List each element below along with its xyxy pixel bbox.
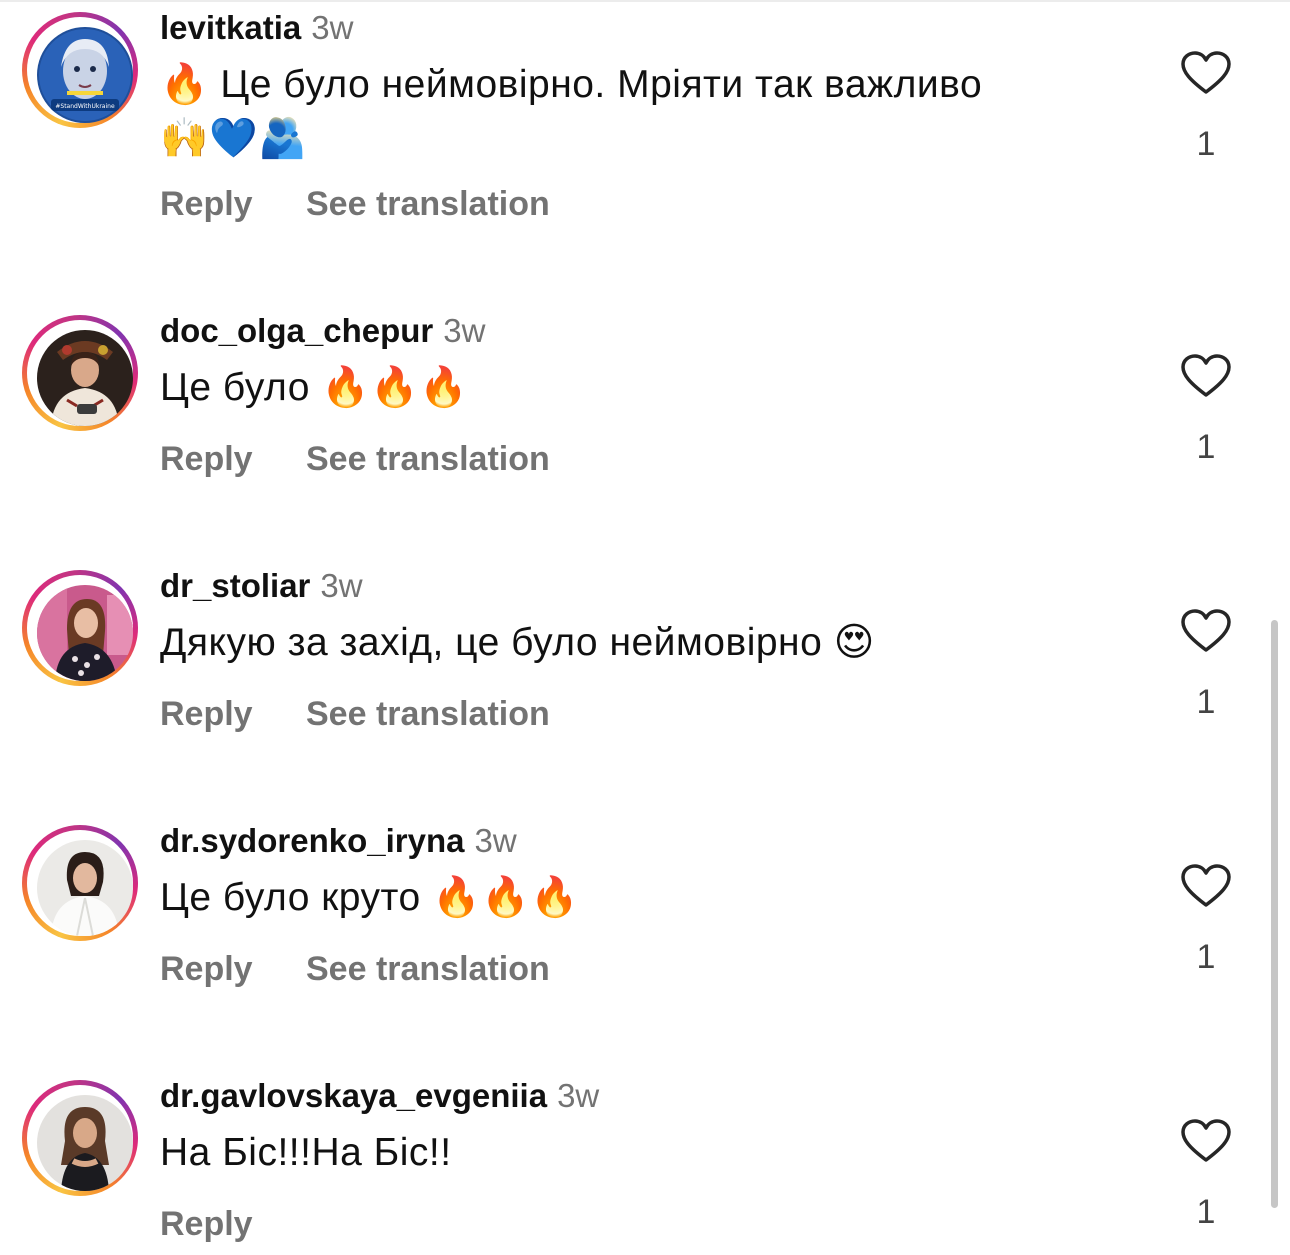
- comment-time: 3w: [320, 567, 363, 604]
- comment-username[interactable]: dr.gavlovskaya_evgeniia: [160, 1077, 547, 1114]
- comment-actions: Reply See translation: [160, 694, 550, 734]
- avatar-story-ring[interactable]: [22, 315, 138, 431]
- comment-text: 🔥 Це було неймовірно. Мріяти так важливо…: [160, 58, 1120, 166]
- like-count: 1: [1196, 428, 1216, 466]
- comment-text: На Біс!!!На Біс!!: [160, 1126, 1120, 1180]
- comment-text-line: 🙌💙🫂: [160, 117, 308, 160]
- comment-username[interactable]: doc_olga_chepur: [160, 312, 433, 349]
- comment-header: levitkatia 3w: [160, 8, 353, 48]
- comment-actions: Reply: [160, 1204, 306, 1244]
- comment-actions: Reply See translation: [160, 184, 550, 224]
- avatar-story-ring[interactable]: [22, 570, 138, 686]
- like-count: 1: [1196, 125, 1216, 163]
- like-count: 1: [1196, 683, 1216, 721]
- see-translation-button[interactable]: See translation: [306, 950, 550, 988]
- avatar[interactable]: #StandWithUkraine: [37, 27, 133, 123]
- comment-time: 3w: [443, 312, 486, 349]
- comment-text: Дякую за захід, це було неймовірно 😍: [160, 616, 1120, 670]
- comment-time: 3w: [474, 822, 517, 859]
- heart-icon[interactable]: [1180, 353, 1232, 399]
- comment-text: Це було 🔥🔥🔥: [160, 361, 1120, 415]
- comment-text-line: 🔥 Це було неймовірно. Мріяти так важливо: [160, 63, 983, 106]
- reply-button[interactable]: Reply: [160, 439, 306, 479]
- reply-button[interactable]: Reply: [160, 184, 306, 224]
- comment-username[interactable]: dr_stoliar: [160, 567, 310, 604]
- like-count: 1: [1196, 1193, 1216, 1231]
- comment-header: dr.sydorenko_iryna 3w: [160, 821, 517, 861]
- comment-text-line: Це було круто 🔥🔥🔥: [160, 876, 580, 919]
- avatar[interactable]: [37, 1095, 133, 1191]
- comment-time: 3w: [557, 1077, 600, 1114]
- avatar-badge-text: #StandWithUkraine: [55, 103, 115, 110]
- avatar[interactable]: [37, 840, 133, 936]
- avatar[interactable]: [37, 330, 133, 426]
- like-count: 1: [1196, 938, 1216, 976]
- comment-text: Це було круто 🔥🔥🔥: [160, 871, 1120, 925]
- comment-text-line: Це було 🔥🔥🔥: [160, 366, 469, 409]
- comment-actions: Reply See translation: [160, 949, 550, 989]
- reply-button[interactable]: Reply: [160, 694, 306, 734]
- avatar-story-ring[interactable]: #StandWithUkraine: [22, 12, 138, 128]
- comments-page: #StandWithUkraine levitkatia 3w 🔥 Це було…: [0, 0, 1290, 1255]
- comment-username[interactable]: levitkatia: [160, 9, 301, 46]
- comment-header: dr.gavlovskaya_evgeniia 3w: [160, 1076, 599, 1116]
- top-divider: [0, 0, 1290, 2]
- avatar[interactable]: [37, 585, 133, 681]
- heart-icon[interactable]: [1180, 50, 1232, 96]
- avatar-story-ring[interactable]: [22, 825, 138, 941]
- comment-text-line: Дякую за захід, це було неймовірно 😍: [160, 621, 875, 664]
- comment-time: 3w: [311, 9, 354, 46]
- reply-button[interactable]: Reply: [160, 1204, 306, 1244]
- avatar-story-ring[interactable]: [22, 1080, 138, 1196]
- see-translation-button[interactable]: See translation: [306, 185, 550, 223]
- comment-text-line: На Біс!!!На Біс!!: [160, 1131, 452, 1174]
- comment-header: doc_olga_chepur 3w: [160, 311, 485, 351]
- see-translation-button[interactable]: See translation: [306, 440, 550, 478]
- reply-button[interactable]: Reply: [160, 949, 306, 989]
- comment-actions: Reply See translation: [160, 439, 550, 479]
- comment-username[interactable]: dr.sydorenko_iryna: [160, 822, 464, 859]
- heart-icon[interactable]: [1180, 608, 1232, 654]
- scrollbar[interactable]: [1271, 620, 1278, 1208]
- heart-icon[interactable]: [1180, 1118, 1232, 1164]
- see-translation-button[interactable]: See translation: [306, 695, 550, 733]
- comment-header: dr_stoliar 3w: [160, 566, 363, 606]
- heart-icon[interactable]: [1180, 863, 1232, 909]
